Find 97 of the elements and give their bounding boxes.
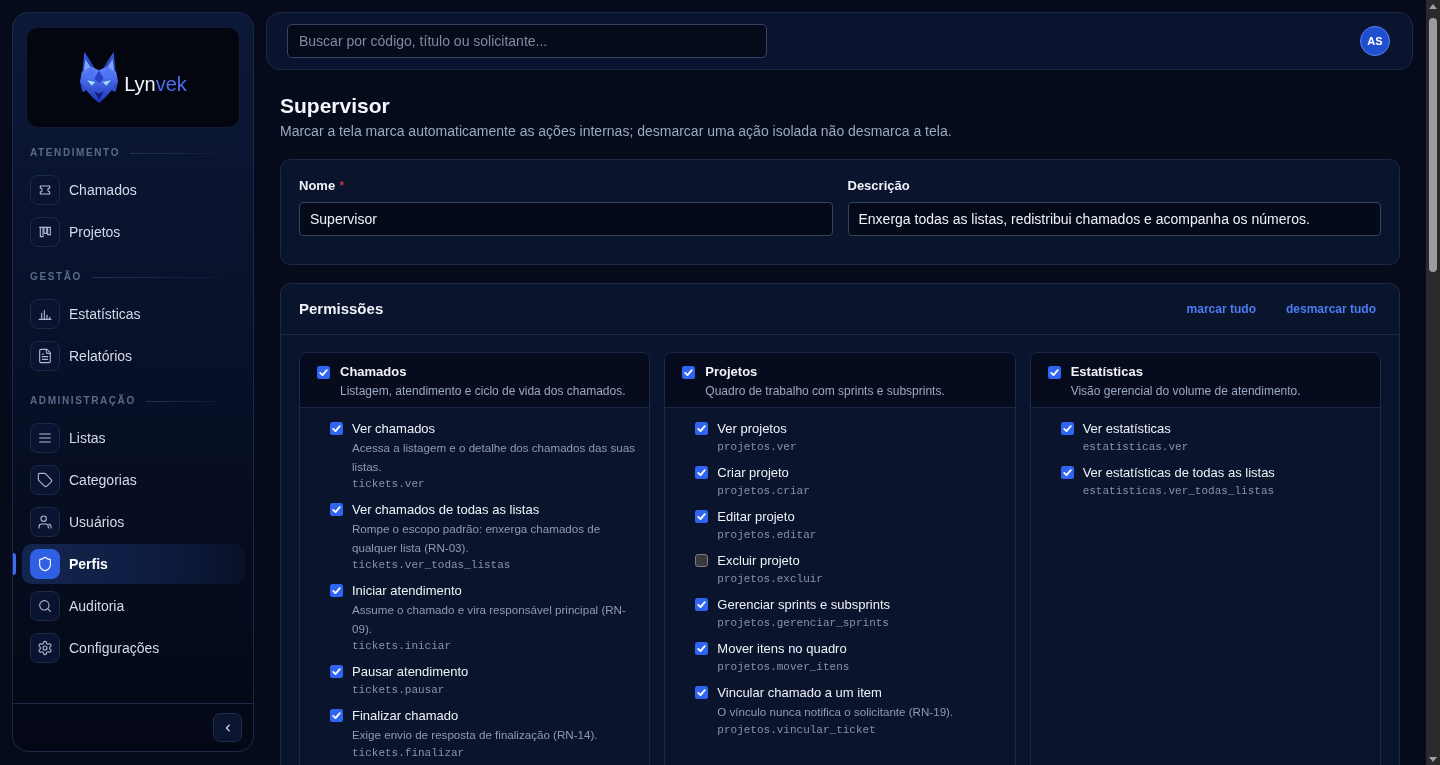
checkbox[interactable]: [330, 503, 343, 516]
permission-label: Ver chamados: [352, 420, 437, 438]
section-label: GESTÃO: [30, 270, 82, 284]
search-field[interactable]: Buscar por código, título ou solicitante...: [287, 24, 767, 58]
sidebar-item[interactable]: Chamados: [22, 170, 245, 210]
permission-label: Ver chamados de todas as listas: [352, 501, 541, 519]
checkbox[interactable]: [1060, 422, 1074, 435]
checkbox[interactable]: [695, 598, 709, 611]
permission-code: projetos.mover_itens: [717, 660, 851, 675]
sidebar-item[interactable]: Projetos: [22, 212, 245, 252]
text-field[interactable]: Supervisor: [299, 202, 833, 236]
checkbox[interactable]: [330, 665, 343, 678]
sidebar-item[interactable]: Categorias: [22, 460, 245, 500]
checkbox[interactable]: [695, 686, 709, 699]
permission-label: Excluir projeto: [717, 552, 801, 570]
permission-label: Editar projeto: [717, 508, 796, 526]
checkbox[interactable]: [695, 554, 709, 567]
permission-label: Ver estatísticas de todas as listas: [1082, 464, 1276, 482]
field-label: Descrição: [847, 177, 910, 195]
page-subtitle: Marcar a tela marca automaticamente as ações internas; desmarcar uma ação isolada não desmarca a tela.: [280, 122, 953, 141]
section-label: ADMINISTRAÇÃO: [30, 394, 136, 408]
permission-code: projetos.vincular_ticket: [717, 722, 877, 738]
checkbox[interactable]: [682, 365, 696, 379]
sidebar-item[interactable]: Estatísticas: [22, 294, 245, 334]
scroll-up-icon[interactable]: [1429, 4, 1437, 9]
permission-code: projetos.excluir: [717, 572, 824, 587]
group-description: Visão gerencial do volume de atendimento.: [1070, 383, 1302, 400]
lynx-head-icon: [79, 52, 120, 103]
tag-icon: [30, 465, 60, 495]
field-label: Nome: [299, 177, 336, 195]
group-description: Quadro de trabalho com sprints e subsprints.: [705, 383, 946, 400]
group-title: Projetos: [705, 363, 759, 381]
brand-name: Lynvek: [124, 71, 187, 96]
permission-label: Pausar atendimento: [352, 663, 470, 681]
kanban-board-icon: [30, 217, 60, 247]
checkbox[interactable]: [695, 422, 709, 435]
checkbox[interactable]: [1060, 466, 1074, 479]
user-avatar[interactable]: AS: [1360, 26, 1390, 56]
permission-code: projetos.gerenciar_sprints: [717, 616, 890, 631]
checkbox[interactable]: [317, 365, 330, 379]
bar-chart-icon: [30, 299, 60, 329]
search-icon: [30, 591, 60, 621]
permission-description: Acessa a listagem e o detalhe dos chamados das suas listas.: [352, 440, 636, 475]
chevron-left-icon: [223, 722, 232, 733]
sidebar-item[interactable]: Listas: [22, 418, 245, 458]
group-title: Chamados: [340, 363, 408, 381]
scroll-down-icon[interactable]: [1429, 757, 1437, 762]
users-icon: [30, 507, 60, 537]
permission-code: tickets.ver: [352, 477, 426, 492]
permission-code: tickets.finalizar: [352, 745, 466, 761]
permission-label: Gerenciar sprints e subsprints: [717, 596, 891, 614]
action-link[interactable]: desmarcar tudo: [1285, 301, 1376, 317]
permission-description: Rompe o escopo padrão: enxerga chamados de qualquer lista (RN-03).: [352, 521, 602, 556]
permission-code: tickets.ver_todas_listas: [352, 558, 512, 573]
text-field[interactable]: Enxerga todas as listas, redistribui chamados e acompanha os números.: [847, 202, 1381, 236]
checkbox[interactable]: [330, 422, 343, 435]
permission-description: Exige envio de resposta de finalização (RN-14).: [352, 727, 599, 743]
ticket-icon: [30, 175, 60, 205]
permission-label: Criar projeto: [717, 464, 790, 482]
page-title: Supervisor: [280, 93, 391, 119]
permission-code: projetos.ver: [717, 440, 798, 455]
checkbox[interactable]: [695, 510, 709, 523]
list-icon: [30, 423, 60, 453]
sidebar-item[interactable]: Perfis: [22, 544, 245, 584]
permission-code: tickets.iniciar: [352, 639, 453, 654]
section-label: ATENDIMENTO: [30, 146, 120, 160]
permission-description: O vínculo nunca notifica o solicitante (RN-19).: [717, 704, 955, 720]
sidebar-item[interactable]: Usuários: [22, 502, 245, 542]
action-link[interactable]: marcar tudo: [1186, 301, 1256, 317]
required-mark: *: [339, 177, 345, 195]
permission-code: estatisticas.ver_todas_listas: [1082, 484, 1276, 499]
checkbox[interactable]: [1047, 365, 1061, 379]
permission-label: Ver projetos: [717, 420, 788, 438]
scrollbar-thumb[interactable]: [1429, 18, 1437, 272]
group-description: Listagem, atendimento e ciclo de vida dos chamados.: [340, 383, 627, 400]
permission-label: Vincular chamado a um item: [717, 684, 883, 702]
sidebar-item[interactable]: Relatórios: [22, 336, 245, 376]
permission-code: projetos.editar: [717, 528, 818, 543]
permission-label: Mover itens no quadro: [717, 640, 848, 658]
section-title: Permissões: [299, 299, 384, 319]
checkbox[interactable]: [330, 709, 343, 722]
checkbox[interactable]: [695, 466, 709, 479]
sidebar-item[interactable]: Configurações: [22, 628, 245, 668]
permission-code: projetos.criar: [717, 484, 811, 499]
sidebar-item[interactable]: Auditoria: [22, 586, 245, 626]
group-title: Estatísticas: [1070, 363, 1144, 381]
checkbox[interactable]: [695, 642, 709, 655]
gear-icon: [30, 633, 60, 663]
permission-description: Assume o chamado e vira responsável principal (RN-09).: [352, 602, 627, 637]
permission-code: tickets.pausar: [352, 683, 446, 698]
checkbox[interactable]: [330, 584, 343, 597]
permission-code: estatisticas.ver: [1082, 440, 1190, 455]
permission-label: Iniciar atendimento: [352, 582, 463, 600]
shield-icon: [30, 549, 60, 579]
document-icon: [30, 341, 60, 371]
permission-label: Ver estatísticas: [1082, 420, 1172, 438]
permission-label: Finalizar chamado: [352, 707, 460, 725]
